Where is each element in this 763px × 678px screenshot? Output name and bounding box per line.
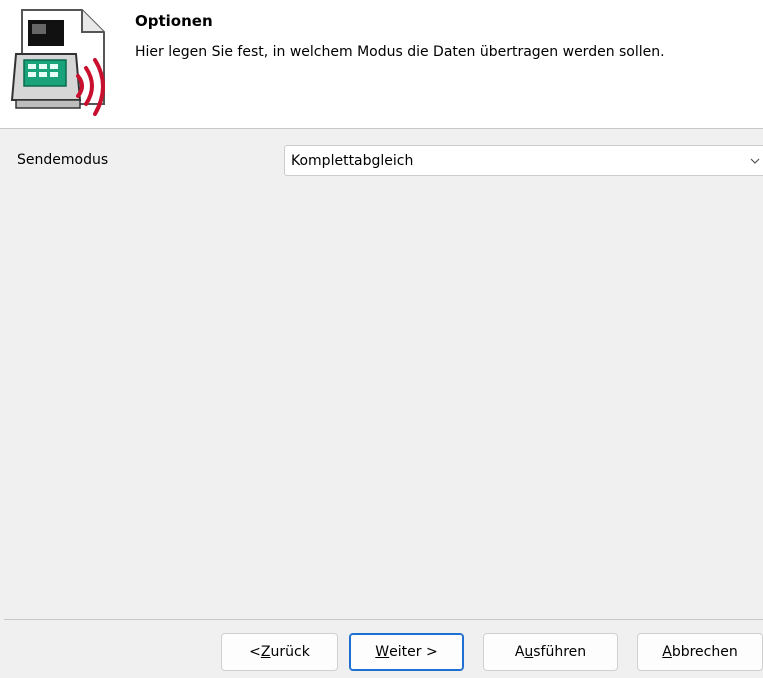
wizard-header: Optionen Hier legen Sie fest, in welchem… — [0, 0, 763, 128]
run-button[interactable]: Au sführen — [483, 633, 618, 671]
footer-divider — [4, 619, 763, 620]
page-description: Hier legen Sie fest, in welchem Modus di… — [135, 44, 665, 60]
chevron-down-icon — [750, 158, 760, 164]
send-mode-dropdown[interactable]: Komplettabgleich — [284, 145, 763, 176]
options-panel: Sendemodus Komplettabgleich — [4, 129, 763, 619]
cancel-button[interactable]: Abbrechen — [637, 633, 763, 671]
back-button[interactable]: < Zurück — [221, 633, 338, 671]
send-mode-label: Sendemodus — [17, 152, 109, 168]
page-title: Optionen — [135, 12, 213, 30]
next-button[interactable]: Weiter > — [349, 633, 464, 671]
send-mode-value: Komplettabgleich — [291, 153, 414, 169]
fiscal-printer-transmit-icon — [10, 9, 105, 116]
